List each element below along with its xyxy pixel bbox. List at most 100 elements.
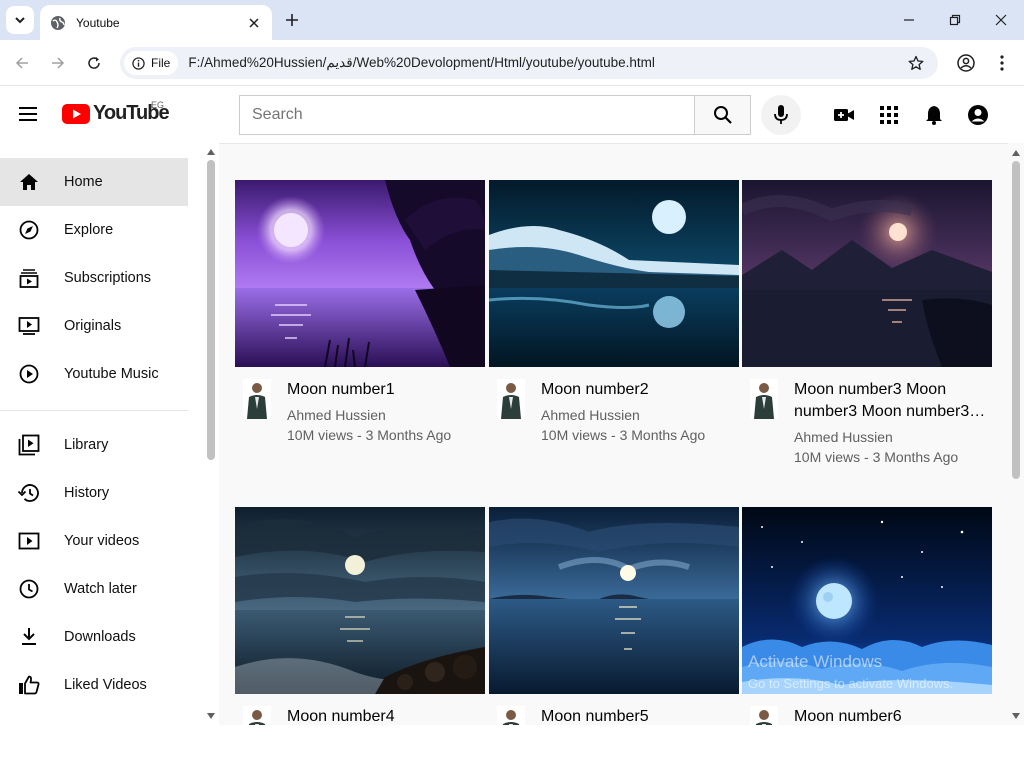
history-icon [17, 481, 41, 505]
channel-name[interactable]: Ahmed Hussien [287, 405, 485, 425]
sidebar-item-explore[interactable]: Explore [0, 206, 188, 254]
video-title[interactable]: Moon number5 [541, 706, 739, 725]
sidebar-item-your-videos[interactable]: Your videos [0, 517, 188, 565]
video-title[interactable]: Moon number6 [794, 706, 992, 725]
sidebar-item-history[interactable]: History [0, 469, 188, 517]
video-thumbnail[interactable] [742, 507, 992, 694]
video-thumbnail[interactable] [742, 180, 992, 367]
video-stats: 10M views - 3 Months Ago [541, 427, 706, 443]
close-window-button[interactable] [991, 10, 1011, 30]
sidebar-item-liked-videos[interactable]: Liked Videos [0, 661, 188, 709]
account-icon [968, 105, 988, 125]
sidebar-item-library[interactable]: Library [0, 421, 188, 469]
main-scroll-thumb[interactable] [1012, 161, 1020, 479]
video-card[interactable]: Moon number6 [742, 507, 992, 725]
create-button[interactable] [832, 103, 856, 127]
video-text: Moon number5 [541, 706, 739, 725]
video-meta: Moon number6 [742, 694, 992, 725]
forward-button[interactable] [48, 53, 68, 73]
sidebar-item-label: Subscriptions [64, 270, 152, 286]
close-tab-icon[interactable] [246, 15, 262, 31]
channel-avatar[interactable] [497, 706, 525, 725]
browser-menu-button[interactable] [992, 53, 1012, 73]
sidebar-item-label: Originals [64, 318, 122, 334]
sidebar-secondary-group: Library History Your videos Watch later … [0, 421, 202, 709]
reload-button[interactable] [84, 53, 104, 73]
bell-icon [926, 106, 942, 125]
video-title[interactable]: Moon number2 [541, 379, 739, 401]
sidebar-item-subscriptions[interactable]: Subscriptions [0, 254, 188, 302]
site-info-chip[interactable]: File [124, 51, 179, 75]
watch-later-icon [17, 577, 41, 601]
video-text: Moon number6 [794, 706, 992, 725]
video-card[interactable]: Moon number3 Moon number3 Moon number3 M… [742, 180, 992, 467]
account-button[interactable] [966, 103, 990, 127]
sidebar-scrollbar[interactable] [202, 143, 219, 725]
search-button[interactable] [694, 95, 751, 135]
video-card[interactable]: Moon number2 Ahmed Hussien 10M views - 3… [489, 180, 739, 445]
video-thumbnail[interactable] [235, 180, 485, 367]
hamburger-icon [19, 107, 37, 121]
video-card[interactable]: Moon number1 Ahmed Hussien 10M views - 3… [235, 180, 485, 445]
channel-avatar[interactable] [750, 706, 778, 725]
video-text: Moon number4 [287, 706, 485, 725]
browser-tab[interactable]: Youtube [40, 5, 272, 40]
restore-button[interactable] [945, 10, 965, 30]
channel-avatar[interactable] [750, 379, 778, 419]
close-icon [995, 14, 1007, 26]
your-videos-icon [17, 529, 41, 553]
menu-button[interactable] [16, 102, 40, 126]
sidebar-item-downloads[interactable]: Downloads [0, 613, 188, 661]
tab-title: Youtube [76, 15, 120, 30]
video-title[interactable]: Moon number3 Moon number3 Moon number3 M… [794, 379, 992, 423]
video-title[interactable]: Moon number1 [287, 379, 485, 401]
subscriptions-icon [17, 266, 41, 290]
video-title[interactable]: Moon number4 [287, 706, 485, 725]
scroll-down-arrow-icon[interactable] [206, 711, 216, 721]
video-thumbnail[interactable] [489, 180, 739, 367]
back-button[interactable] [12, 53, 32, 73]
video-card[interactable]: Moon number4 [235, 507, 485, 725]
youtube-header: YouTube EG [0, 86, 1024, 143]
channel-avatar[interactable] [497, 379, 525, 419]
sidebar-item-originals[interactable]: Originals [0, 302, 188, 350]
sidebar-item-label: Your videos [64, 533, 140, 549]
tab-search-button[interactable] [6, 6, 34, 34]
video-thumbnail[interactable] [235, 507, 485, 694]
scroll-up-arrow-icon[interactable] [206, 147, 216, 157]
channel-name[interactable]: Ahmed Hussien [794, 427, 992, 447]
new-tab-button[interactable] [282, 10, 302, 30]
minimize-icon [904, 19, 914, 21]
globe-icon [50, 15, 66, 31]
sidebar-item-label: Library [64, 437, 109, 453]
url-text[interactable]: F:/Ahmed%20Hussien/قديم/Web%20Devolopmen… [188, 55, 655, 71]
search-box[interactable] [239, 95, 695, 135]
explore-icon [17, 218, 41, 242]
sidebar-item-label: Explore [64, 222, 114, 238]
sidebar: Home Explore Subscriptions Originals You… [0, 143, 202, 725]
video-thumbnail[interactable] [489, 507, 739, 694]
microphone-icon [774, 105, 788, 124]
channel-name[interactable]: Ahmed Hussien [541, 405, 739, 425]
scroll-up-arrow-icon[interactable] [1011, 148, 1021, 158]
search-input[interactable] [252, 106, 695, 124]
home-icon [17, 170, 41, 194]
profile-button[interactable] [956, 53, 976, 73]
sidebar-item-youtube-music[interactable]: Youtube Music [0, 350, 188, 398]
voice-search-button[interactable] [761, 95, 801, 135]
sidebar-scroll-thumb[interactable] [207, 160, 215, 460]
main-content: Moon number1 Ahmed Hussien 10M views - 3… [219, 143, 1008, 725]
sidebar-item-home[interactable]: Home [0, 158, 188, 206]
channel-avatar[interactable] [243, 706, 271, 725]
apps-button[interactable] [877, 103, 901, 127]
sidebar-item-watch-later[interactable]: Watch later [0, 565, 188, 613]
main-scrollbar[interactable] [1008, 143, 1024, 725]
bookmark-button[interactable] [906, 53, 926, 73]
address-bar[interactable]: File F:/Ahmed%20Hussien/قديم/Web%20Devol… [120, 47, 938, 79]
video-card[interactable]: Moon number5 [489, 507, 739, 725]
scroll-down-arrow-icon[interactable] [1011, 711, 1021, 721]
minimize-button[interactable] [899, 10, 919, 30]
sidebar-item-label: Youtube Music [64, 366, 159, 382]
channel-avatar[interactable] [243, 379, 271, 419]
notifications-button[interactable] [922, 103, 946, 127]
